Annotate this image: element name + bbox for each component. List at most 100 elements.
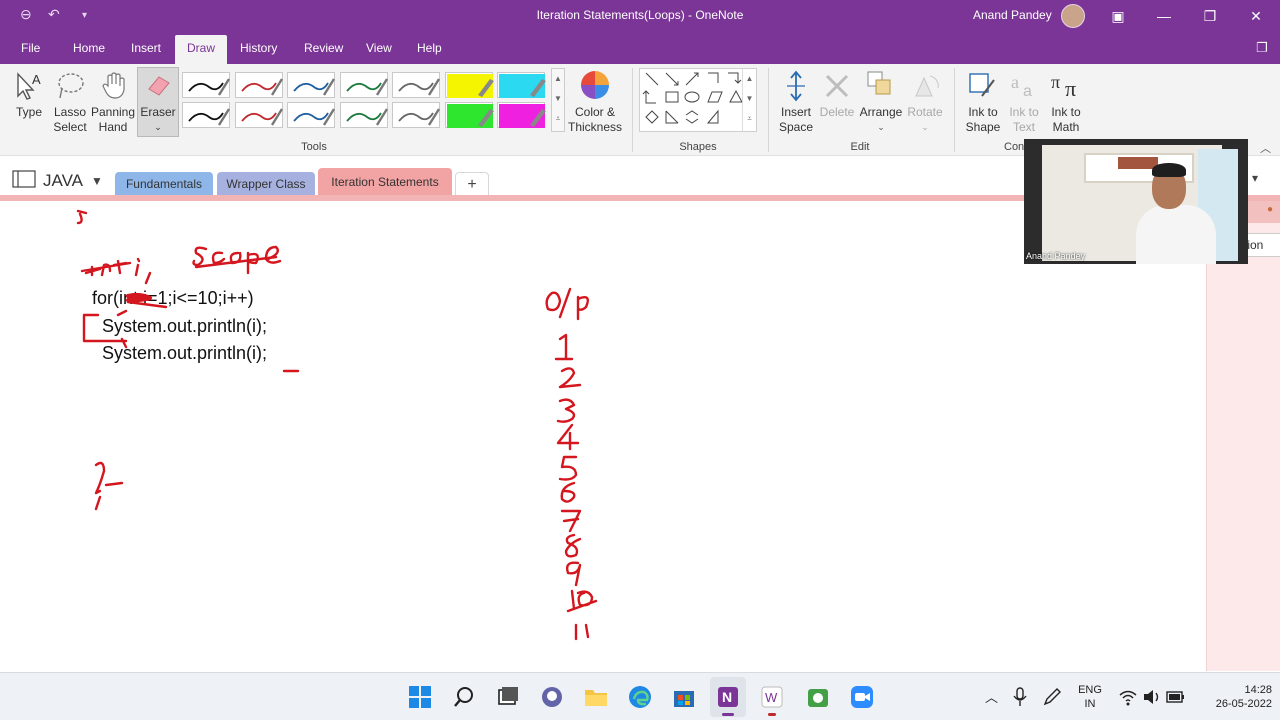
- panning-label-1: Panning: [90, 105, 136, 119]
- lasso-label-1: Lasso: [53, 105, 87, 119]
- tab-help[interactable]: Help: [417, 41, 442, 55]
- eraser-icon: [148, 76, 170, 96]
- shapes-gallery[interactable]: ▲ ▼ ⩡: [639, 68, 757, 132]
- highlighter-swatch[interactable]: [497, 72, 546, 98]
- ink-shape-label-2: Shape: [965, 120, 1001, 134]
- maximize-icon[interactable]: ❐: [1198, 4, 1222, 28]
- user-name[interactable]: Anand Pandey: [973, 8, 1052, 22]
- lasso-label-2: Select: [53, 120, 87, 134]
- lasso-select-button[interactable]: Lasso Select: [50, 105, 90, 135]
- battery-icon[interactable]: [1166, 688, 1186, 706]
- ink-to-shape-button[interactable]: Ink to Shape: [962, 105, 1004, 135]
- highlighter-swatch[interactable]: [444, 72, 494, 98]
- section-tab-iteration-statements[interactable]: Iteration Statements: [318, 168, 452, 196]
- ribbon-display-icon[interactable]: ▣: [1106, 4, 1130, 28]
- insert-space-button[interactable]: Insert Space: [774, 105, 818, 135]
- panning-label-2: Hand: [98, 120, 128, 134]
- clock[interactable]: 14:28 26-05-2022: [1194, 683, 1272, 711]
- running-indicator: [768, 713, 776, 716]
- hand-icon: [102, 72, 125, 99]
- tab-history[interactable]: History: [240, 41, 277, 55]
- arrange-button[interactable]: Arrange ⌄: [858, 105, 904, 135]
- tab-home[interactable]: Home: [73, 41, 105, 55]
- taskbar: N W ︿ ENG IN 14:28 26-05-2022: [0, 672, 1280, 720]
- pen-swatch[interactable]: [287, 72, 336, 98]
- more-icon[interactable]: ●: [1267, 204, 1273, 215]
- search-icon[interactable]: [452, 685, 476, 709]
- share-icon[interactable]: ❐: [1250, 36, 1274, 60]
- add-section-button[interactable]: +: [455, 172, 489, 196]
- tray-chevron-icon[interactable]: ︿: [985, 687, 998, 706]
- color-thickness-button[interactable]: Color & Thickness: [564, 105, 626, 135]
- collapse-ribbon-icon[interactable]: ︿: [1260, 140, 1271, 156]
- ink-to-math-button[interactable]: Ink to Math: [1045, 105, 1087, 135]
- ink-to-text-button[interactable]: Ink to Text: [1004, 105, 1044, 135]
- arrange-dropdown-icon: ⌄: [877, 122, 885, 132]
- notebook-name[interactable]: JAVA: [43, 171, 83, 191]
- highlighter-swatch[interactable]: [444, 102, 494, 128]
- pen-swatch[interactable]: [392, 72, 441, 98]
- pen-swatch[interactable]: [339, 102, 388, 128]
- language-indicator[interactable]: ENG IN: [1074, 683, 1106, 711]
- pen-swatch[interactable]: [182, 72, 231, 98]
- tab-review[interactable]: Review: [304, 41, 343, 55]
- chat-icon[interactable]: [540, 685, 564, 709]
- tab-draw[interactable]: Draw: [175, 35, 227, 65]
- pen-swatch[interactable]: [339, 72, 388, 98]
- webcam-person-hair: [1152, 163, 1186, 177]
- lasso-icon: [58, 73, 84, 99]
- svg-text:A: A: [32, 72, 41, 87]
- onenote-task-active[interactable]: N: [710, 677, 746, 717]
- search-dropdown-icon[interactable]: ▾: [1252, 171, 1258, 185]
- tools-group-label: Tools: [301, 141, 327, 153]
- store-icon[interactable]: [672, 685, 696, 709]
- tab-file[interactable]: File: [21, 41, 40, 55]
- color-label-1: Color &: [574, 105, 615, 119]
- wifi-icon[interactable]: [1118, 687, 1138, 707]
- avatar[interactable]: [1061, 4, 1085, 28]
- eraser-dropdown-icon[interactable]: ⌄: [138, 120, 178, 135]
- insert-space-label-1: Insert: [780, 105, 811, 119]
- minimize-icon[interactable]: —: [1152, 4, 1176, 28]
- windows-start-icon[interactable]: [408, 685, 432, 709]
- file-explorer-icon[interactable]: [584, 685, 608, 709]
- pen-swatch[interactable]: [392, 102, 441, 128]
- rotate-button[interactable]: Rotate ⌄: [904, 105, 946, 135]
- shapes-scroll[interactable]: ▲ ▼ ⩡: [742, 69, 756, 131]
- recorder-icon[interactable]: [806, 685, 830, 709]
- task-view-icon[interactable]: [496, 685, 520, 709]
- page-list-panel: ● tion: [1206, 201, 1280, 671]
- microphone-icon[interactable]: [1012, 687, 1028, 707]
- notebook-icon: [12, 170, 36, 188]
- pen-swatch[interactable]: [182, 102, 231, 128]
- section-tab-wrapper-class[interactable]: Wrapper Class: [217, 172, 315, 196]
- pen-swatch[interactable]: [234, 102, 283, 128]
- ink-math-label-1: Ink to: [1051, 105, 1081, 119]
- pen-swatch[interactable]: [234, 72, 283, 98]
- region-code: IN: [1084, 698, 1096, 710]
- pen-gallery-scroll[interactable]: ▲ ▼ ⩡: [551, 68, 565, 132]
- notebook-dropdown-icon[interactable]: ▼: [91, 174, 103, 188]
- tab-draw-label: Draw: [186, 41, 215, 55]
- tab-insert[interactable]: Insert: [131, 41, 161, 55]
- eraser-button[interactable]: Eraser ⌄: [137, 67, 179, 137]
- close-icon[interactable]: ✕: [1244, 4, 1268, 28]
- volume-icon[interactable]: [1142, 687, 1162, 707]
- ink-text-label-2: Text: [1012, 120, 1035, 134]
- panning-hand-button[interactable]: Panning Hand: [90, 105, 136, 135]
- ink-annotations[interactable]: [0, 201, 700, 671]
- zoom-icon[interactable]: [850, 685, 874, 709]
- delete-button[interactable]: Delete: [817, 105, 857, 120]
- webcam-person-shirt: [1136, 205, 1216, 264]
- page-canvas[interactable]: for(int i=1;i<=10;i++) System.out.printl…: [0, 201, 1206, 671]
- svg-text:a: a: [1011, 72, 1019, 92]
- whiteboard-task[interactable]: W: [754, 677, 790, 717]
- clock-time: 14:28: [1244, 684, 1272, 696]
- edge-icon[interactable]: [628, 685, 652, 709]
- highlighter-swatch[interactable]: [497, 102, 546, 128]
- pen-swatch[interactable]: [287, 102, 336, 128]
- tab-view[interactable]: View: [366, 41, 392, 55]
- pen-tray-icon[interactable]: [1042, 687, 1062, 707]
- type-button[interactable]: Type: [10, 105, 48, 120]
- section-tab-fundamentals[interactable]: Fundamentals: [115, 172, 213, 196]
